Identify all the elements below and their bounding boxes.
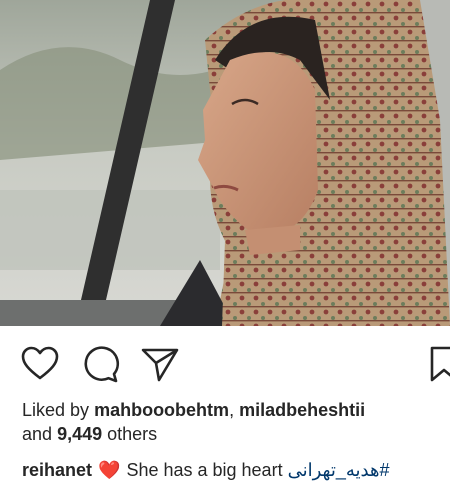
caption-hashtag[interactable]: #هدیه_تهرانی: [288, 460, 390, 480]
heart-outline-icon[interactable]: [20, 344, 60, 384]
caption-text: She has a big heart: [126, 460, 283, 480]
liked-separator: ,: [229, 400, 235, 420]
bookmark-icon[interactable]: [426, 344, 450, 384]
action-bar: [0, 326, 450, 398]
portrait-image: [0, 0, 450, 326]
paper-plane-icon[interactable]: [140, 344, 180, 384]
post-photo[interactable]: [0, 0, 450, 326]
liked-user-link[interactable]: mahbooobehtm: [94, 400, 229, 420]
others-text[interactable]: others: [107, 424, 157, 444]
comment-bubble-icon[interactable]: [80, 344, 120, 384]
post-caption: reihanet ❤️ She has a big heart #هدیه_تهرا…: [22, 458, 450, 482]
caption-username[interactable]: reihanet: [22, 460, 92, 480]
liked-user-link[interactable]: miladbeheshtii: [239, 400, 365, 420]
instagram-post: Liked by mahbooobehtm, miladbeheshtii an…: [0, 0, 450, 494]
others-count[interactable]: 9,449: [57, 424, 102, 444]
liked-by-prefix: Liked by: [22, 400, 90, 420]
likes-summary: Liked by mahbooobehtm, miladbeheshtii an…: [22, 398, 442, 446]
heart-emoji-icon: ❤️: [98, 460, 121, 480]
and-text: and: [22, 424, 53, 444]
